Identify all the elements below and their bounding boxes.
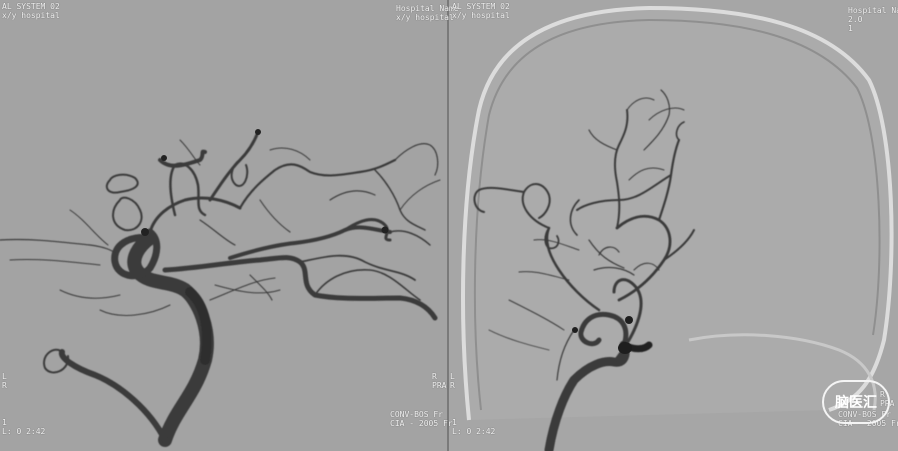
right-top-left-text: AL SYSTEM 02 x/y hospital [452, 2, 510, 20]
left-side-marker: R PRA [432, 372, 447, 390]
watermark-logo: 脑医汇 [822, 380, 890, 424]
left-bottom-right-text: CONV-BOS Fr CIA - 2005 Fr [390, 410, 453, 428]
lateral-vessel-image [0, 129, 441, 447]
right-bottom-left-text: 1 L: 0 2:42 [452, 418, 496, 436]
lateral-angiogram-view[interactable] [0, 0, 447, 451]
left-orientation-marker: L R [2, 372, 7, 390]
left-top-left-text: AL SYSTEM 02 x/y hospital [2, 2, 60, 20]
left-top-right-text: Hospital Name x/y hospital [396, 4, 459, 22]
right-top-right-text: Hospital Name 2.0 1 [848, 6, 898, 33]
angiography-viewer: AL SYSTEM 02 x/y hospital Hospital Name … [0, 0, 898, 451]
left-bottom-left-text: 1 L: 0 2:42 [2, 418, 46, 436]
right-orientation-marker: L R [450, 372, 455, 390]
